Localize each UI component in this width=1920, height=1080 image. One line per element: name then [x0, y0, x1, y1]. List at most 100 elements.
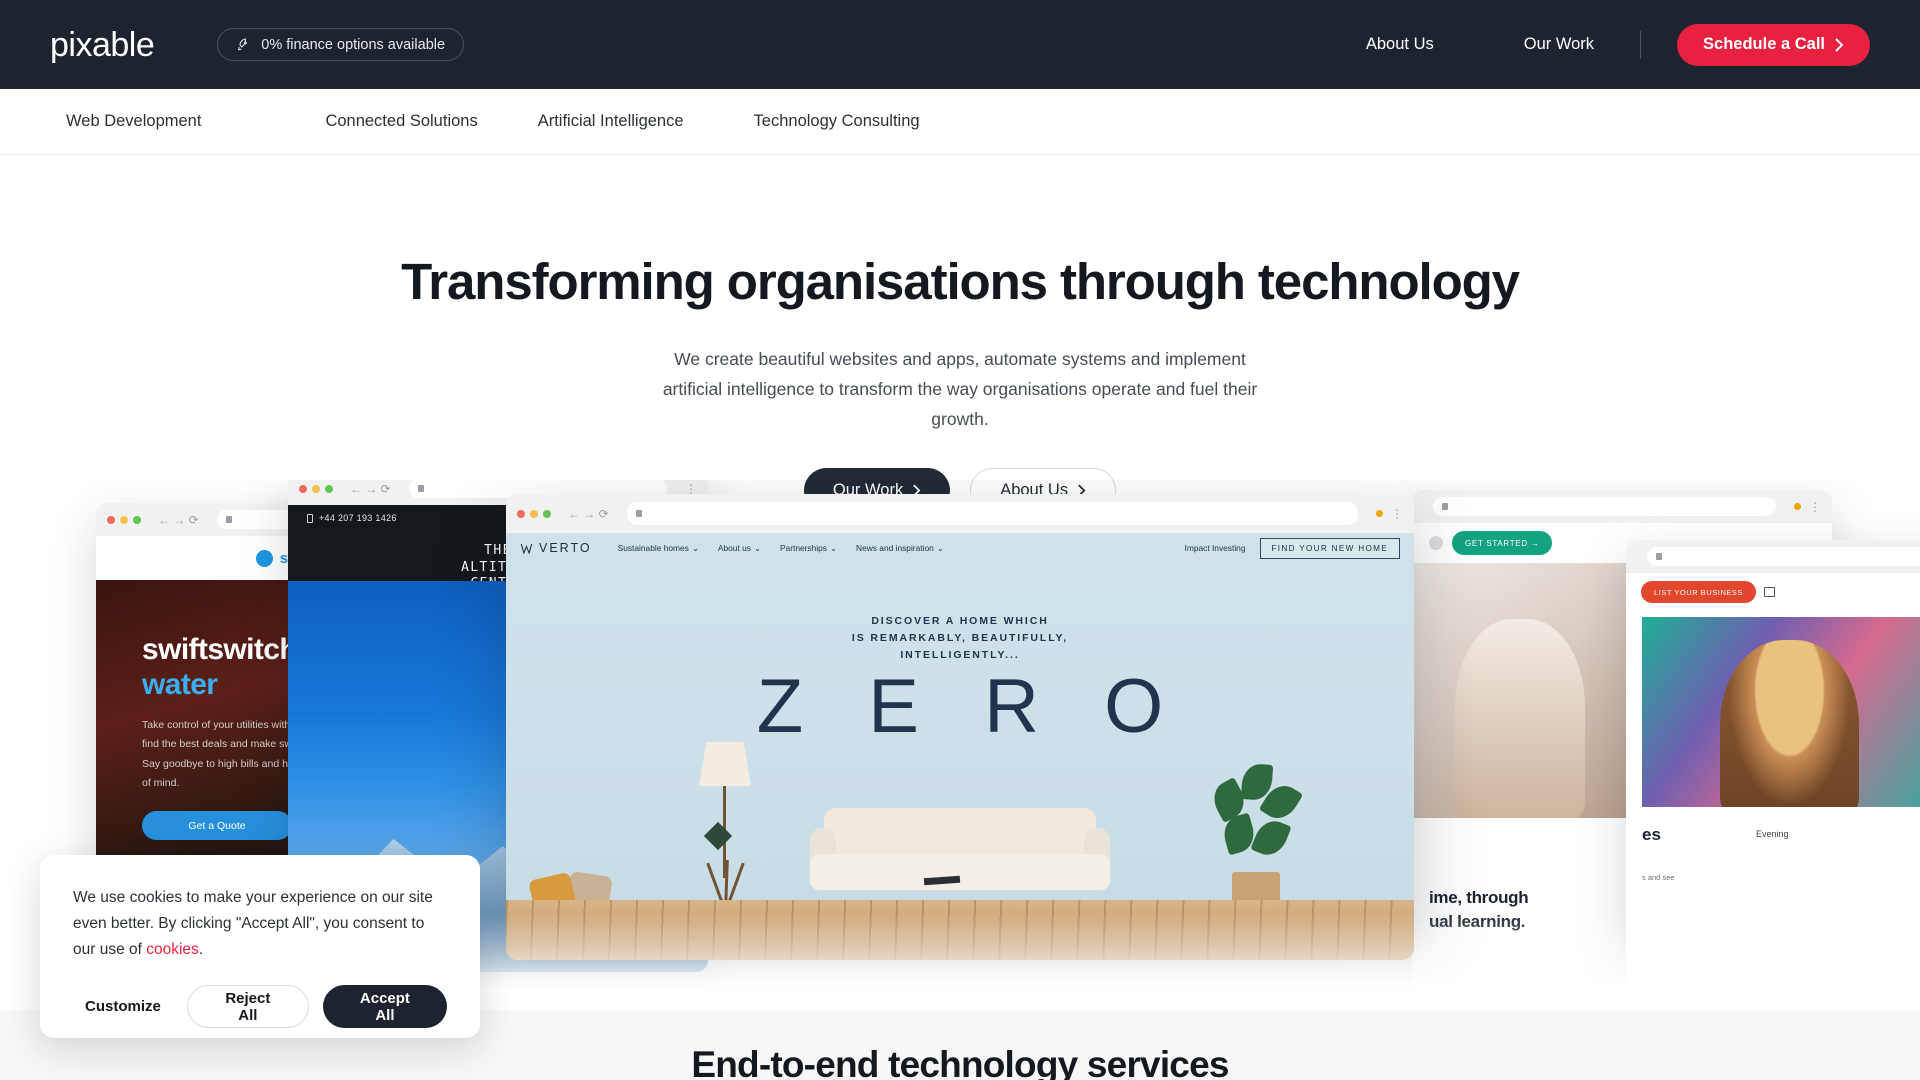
finance-options-badge[interactable]: 0% finance options available: [217, 28, 465, 61]
get-started-button[interactable]: GET STARTED →: [1452, 531, 1553, 555]
chevron-down-icon: ⌄: [691, 543, 699, 553]
close-dot-icon: [107, 515, 115, 524]
list-your-business-button[interactable]: LIST YOUR BUSINESS: [1641, 581, 1756, 603]
rocket-icon: [238, 37, 248, 50]
chevron-down-icon: ⌄: [753, 543, 761, 553]
swiftswitch-quote-button[interactable]: Get a Quote: [142, 811, 292, 841]
right-two-photo: [1642, 617, 1920, 807]
browser-chrome: ⋮: [1412, 490, 1832, 523]
maximize-dot-icon: [325, 484, 333, 493]
subnav-web-development[interactable]: Web Development: [66, 112, 201, 131]
cookie-customize-button[interactable]: Customize: [73, 998, 173, 1015]
mockup-window-verto: ← → ⟳ ⋮ VERTO Sustainable homes ⌄ About …: [506, 494, 1414, 960]
sofa-seat: [810, 854, 1110, 890]
verto-zero-wordmark: Z E R O: [756, 664, 1186, 749]
nav-our-work[interactable]: Our Work: [1524, 35, 1594, 54]
right-one-line1: ime, through: [1429, 887, 1529, 907]
cookie-reject-all-button[interactable]: Reject All: [186, 985, 309, 1029]
right-one-line2: ual learning.: [1429, 911, 1526, 931]
right-two-paragraph: s and see: [1642, 873, 1675, 882]
verto-link-about-us[interactable]: About us ⌄: [718, 543, 761, 553]
verto-logo[interactable]: VERTO: [520, 541, 592, 555]
sofa-decoration: [810, 808, 1110, 922]
subnav-artificial-intelligence[interactable]: Artificial Intelligence: [538, 112, 684, 131]
traffic-lights: [299, 484, 333, 493]
schedule-call-label: Schedule a Call: [1703, 35, 1825, 53]
cookie-button-group: Customize Reject All Accept All: [73, 985, 447, 1029]
verto-link-news-inspiration[interactable]: News and inspiration ⌄: [856, 543, 944, 553]
nav-arrows: ← → ⟳: [158, 512, 199, 527]
verto-link-partnerships[interactable]: Partnerships ⌄: [780, 543, 837, 553]
verto-impact-investing-link[interactable]: Impact Investing: [1185, 543, 1246, 553]
subnav-technology-consulting[interactable]: Technology Consulting: [754, 112, 920, 131]
secondary-nav-bar: Web Development Connected Solutions Arti…: [0, 89, 1920, 155]
primary-nav: About Us Our Work Schedule a Call: [1366, 23, 1920, 66]
right-two-nav: LIST YOUR BUSINESS: [1626, 573, 1920, 611]
verto-nav-bar: VERTO Sustainable homes ⌄ About us ⌄ Par…: [506, 533, 1414, 563]
browser-chrome: ← → ⟳ ⋮: [506, 494, 1414, 533]
subnav-connected-solutions[interactable]: Connected Solutions: [325, 112, 477, 131]
plant-decoration: [1207, 762, 1304, 912]
verto-nav-links: Sustainable homes ⌄ About us ⌄ Partnersh…: [618, 543, 944, 553]
mockup-window-right-two: ⋮ LIST YOUR BUSINESS es Evening s and se…: [1626, 540, 1920, 1010]
address-bar[interactable]: [1433, 497, 1776, 516]
lock-icon: [225, 516, 232, 523]
chevron-down-icon: ⌄: [829, 543, 838, 553]
lamp-accent: [703, 821, 733, 851]
right-two-page: LIST YOUR BUSINESS es Evening s and see: [1626, 573, 1920, 1010]
verto-wordmark: VERTO: [539, 541, 592, 555]
hero-title: Transforming organisations through techn…: [401, 253, 1520, 310]
verto-tagline: DISCOVER A HOME WHICH IS REMARKABLY, BEA…: [506, 613, 1414, 664]
address-bar[interactable]: [626, 502, 1358, 525]
traffic-lights: [107, 515, 141, 524]
close-dot-icon: [299, 484, 307, 493]
cookie-text-before: We use cookies to make your experience o…: [73, 889, 433, 959]
verto-hero-image: DISCOVER A HOME WHICH IS REMARKABLY, BEA…: [506, 563, 1414, 960]
close-dot-icon: [517, 509, 525, 518]
lamp-shade: [699, 742, 751, 786]
top-header-bar: pixable 0% finance options available Abo…: [0, 0, 1920, 89]
avatar-icon: [1429, 536, 1443, 550]
browser-chrome: ⋮: [1626, 540, 1920, 573]
traffic-lights: [517, 509, 551, 518]
browser-menu-icon: ⋮: [1391, 506, 1403, 521]
cookie-accept-all-button[interactable]: Accept All: [322, 985, 447, 1029]
nav-about-us[interactable]: About Us: [1366, 35, 1434, 54]
verto-nav-right: Impact Investing FIND YOUR NEW HOME: [1185, 537, 1400, 559]
cookie-consent-banner: We use cookies to make your experience o…: [40, 855, 480, 1038]
verto-page: VERTO Sustainable homes ⌄ About us ⌄ Par…: [506, 533, 1414, 960]
phone-icon: [307, 513, 313, 523]
chevron-right-icon: [1835, 37, 1844, 52]
hero-subtitle: We create beautiful websites and apps, a…: [662, 349, 1258, 430]
services-section-title: End-to-end technology services: [691, 1044, 1229, 1080]
swiftswitch-logo-icon: [255, 549, 273, 567]
browser-menu-icon: ⋮: [1809, 499, 1821, 514]
minimize-dot-icon: [120, 515, 128, 524]
nav-arrows: ← → ⟳: [568, 506, 609, 521]
schedule-a-call-button[interactable]: Schedule a Call: [1677, 23, 1870, 66]
floor-decoration: [506, 900, 1414, 960]
hero-section: Transforming organisations through techn…: [0, 155, 1920, 514]
swiftswitch-heading-main: swiftswitch: [142, 633, 298, 666]
bookmark-star-icon: [1794, 503, 1801, 510]
verto-tagline-line1: DISCOVER A HOME WHICH: [871, 615, 1049, 627]
address-bar[interactable]: [1647, 547, 1920, 566]
nav-divider: [1640, 30, 1642, 59]
cookie-text-after: .: [198, 941, 204, 959]
right-two-subheading: Evening: [1756, 829, 1789, 839]
plant-leaf: [1250, 815, 1292, 861]
lock-icon: [417, 485, 424, 492]
lock-icon: [635, 510, 642, 517]
maximize-dot-icon: [133, 515, 141, 524]
floor-lamp-decoration: [692, 742, 758, 913]
finance-badge-label: 0% finance options available: [261, 36, 446, 53]
right-one-photo: [1412, 563, 1652, 818]
verto-find-home-button[interactable]: FIND YOUR NEW HOME: [1259, 537, 1400, 559]
verto-mark-icon: [520, 543, 533, 555]
minimize-dot-icon: [530, 509, 538, 518]
chevron-down-icon: ⌄: [936, 543, 944, 553]
brand-logo[interactable]: pixable: [50, 28, 155, 62]
cookie-policy-link[interactable]: cookies: [146, 941, 199, 958]
verto-link-sustainable-homes[interactable]: Sustainable homes ⌄: [618, 543, 699, 553]
altitude-phone: +44 207 193 1426: [319, 513, 397, 523]
